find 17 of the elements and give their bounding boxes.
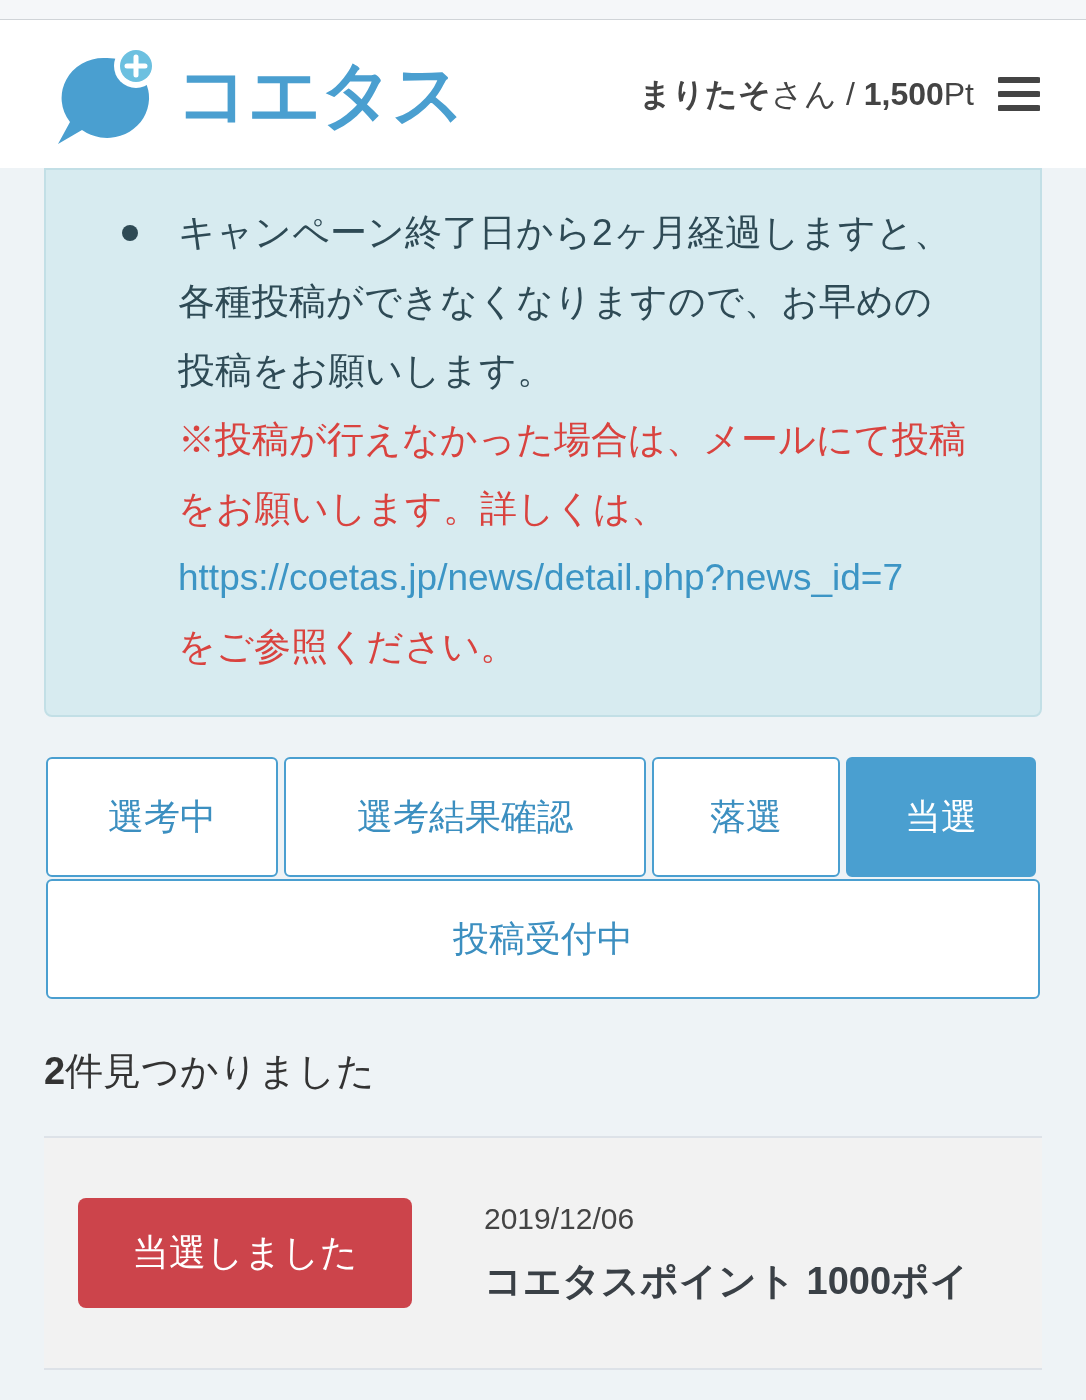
menu-icon[interactable] (998, 76, 1040, 112)
result-card[interactable]: 当選しました 2019/12/06 コエタスポイント 1000ポイ (44, 1138, 1042, 1370)
filter-tab[interactable]: 選考中 (46, 757, 278, 877)
status-badge: 当選しました (78, 1198, 412, 1308)
notice-text: キャンペーン終了日から2ヶ月経過しますと、各種投稿ができなくなりますので、お早めの投稿をお願いします。 (178, 211, 952, 393)
notice-note: ※投稿が行えなかった場合は、メールにて投稿をお願いします。詳しくは、 https://coetas.jp/news/detail.php?news_id=7 をご参照ください。 (178, 418, 968, 669)
filter-tab[interactable]: 投稿受付中 (46, 879, 1040, 999)
bullet-icon (122, 225, 138, 241)
result-title: コエタスポイント 1000ポイ (484, 1259, 970, 1304)
result-count: 2件見つかりました (44, 1049, 377, 1094)
filter-tab[interactable]: 落選 (652, 757, 840, 877)
news-link[interactable]: https://coetas.jp/news/detail.php?news_id=7 (178, 543, 968, 612)
user-points: まりたそさん / 1,500Pt (639, 75, 974, 114)
filter-tab[interactable]: 選考結果確認 (284, 757, 646, 877)
filter-tab[interactable]: 当選 (846, 757, 1036, 877)
logo-text[interactable]: コエタス (176, 58, 464, 130)
result-date: 2019/12/06 (484, 1201, 636, 1237)
